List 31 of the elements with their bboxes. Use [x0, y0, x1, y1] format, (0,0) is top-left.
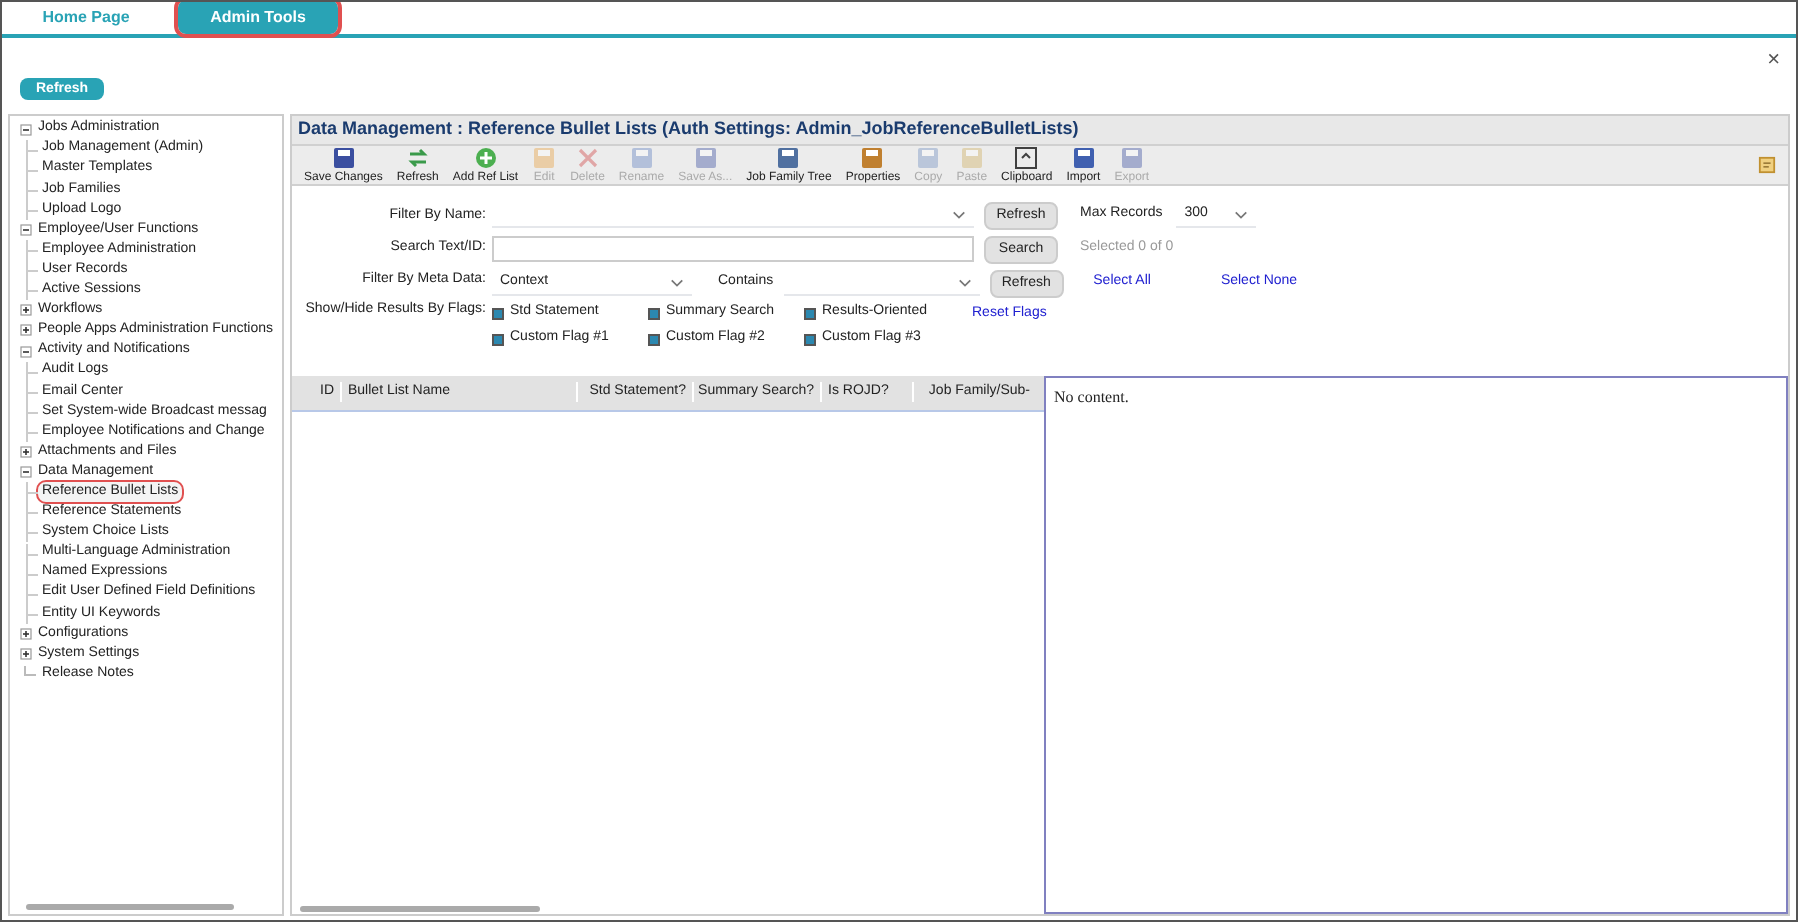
- add-icon: [473, 145, 498, 169]
- expand-icon[interactable]: [20, 304, 32, 317]
- checkbox[interactable]: [648, 333, 660, 345]
- expand-icon[interactable]: [20, 647, 32, 660]
- panel-title: Data Management : Reference Bullet Lists (Auth Settings: Admin_JobReferenceBulletLists): [292, 115, 1788, 143]
- expand-icon[interactable]: [20, 446, 32, 459]
- chevron-down-icon: [670, 277, 684, 287]
- close-button[interactable]: ×: [1767, 46, 1780, 74]
- checkbox[interactable]: [492, 333, 504, 345]
- checkbox[interactable]: [648, 307, 660, 319]
- collapse-icon[interactable]: [20, 466, 32, 479]
- checkbox[interactable]: [804, 307, 816, 319]
- no-content-text: No content.: [1054, 387, 1129, 405]
- save-icon: [331, 145, 356, 169]
- delete-icon: [575, 145, 600, 169]
- clipboard-icon: [1014, 145, 1039, 169]
- chevron-down-icon: [952, 209, 966, 219]
- collapse-icon[interactable]: [20, 224, 32, 237]
- chevron-down-icon: [957, 277, 972, 287]
- search-field[interactable]: [492, 236, 974, 262]
- refresh-icon: [405, 145, 430, 169]
- save-icon: [693, 145, 718, 169]
- expand-icon[interactable]: [20, 627, 32, 640]
- collapse-icon[interactable]: [20, 123, 32, 136]
- chevron-down-icon: [1234, 209, 1249, 219]
- checkbox[interactable]: [804, 333, 816, 345]
- expand-icon[interactable]: [20, 324, 32, 337]
- collapse-icon[interactable]: [20, 345, 32, 358]
- checkbox[interactable]: [492, 307, 504, 319]
- notes-icon[interactable]: [1758, 155, 1776, 173]
- save-icon: [1119, 145, 1144, 169]
